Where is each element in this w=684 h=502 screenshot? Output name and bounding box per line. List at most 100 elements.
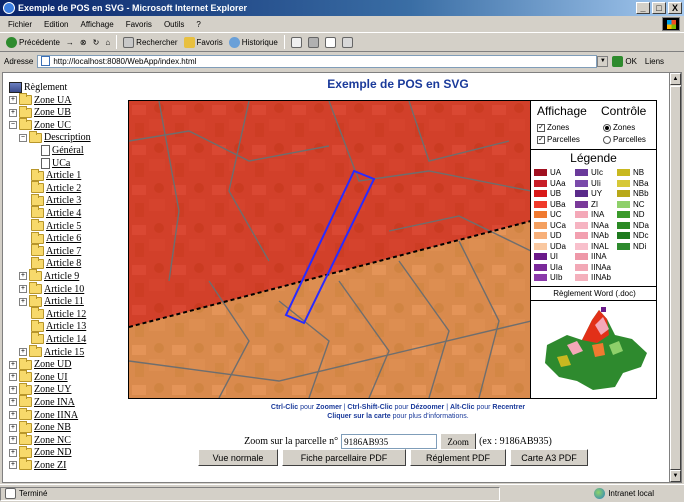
expand-icon[interactable]: + <box>19 297 27 306</box>
close-button[interactable]: X <box>668 2 682 14</box>
tree-item[interactable]: Article 6 <box>19 231 81 245</box>
expand-icon[interactable]: + <box>9 423 17 432</box>
reglement-pdf-button[interactable]: Réglement PDF <box>410 449 506 466</box>
controle-zones-radio[interactable]: Zones <box>603 123 635 132</box>
links-label[interactable]: Liens <box>645 57 664 66</box>
tree-item[interactable]: + Zone NC <box>9 433 71 446</box>
collapse-icon[interactable]: − <box>19 133 27 142</box>
tree-item-label[interactable]: Article 13 <box>46 321 86 332</box>
tree-item-label[interactable]: Zone UB <box>34 107 71 118</box>
vertical-scrollbar[interactable]: ▲ ▼ <box>669 72 682 483</box>
tree-item-label[interactable]: Zone NC <box>34 435 71 446</box>
zoom-button[interactable]: Zoom <box>440 433 477 450</box>
tree-item[interactable]: + Article 11 <box>19 294 84 308</box>
tree-item[interactable]: + Article 9 <box>19 269 79 282</box>
discuss-button[interactable] <box>341 36 353 48</box>
tree-item-label[interactable]: Zone UC <box>34 120 71 131</box>
tree-item-label[interactable]: Article 12 <box>46 309 86 320</box>
tree-item[interactable]: Article 2 <box>19 181 81 194</box>
tree-item-label[interactable]: Zone INA <box>34 397 75 408</box>
tree-item[interactable]: + Zone UY <box>9 382 72 396</box>
maximize-button[interactable]: □ <box>652 2 666 14</box>
tree-item[interactable]: + Zone INA <box>9 395 75 408</box>
expand-icon[interactable]: + <box>9 108 17 117</box>
tree-item-label[interactable]: Article 10 <box>44 284 84 295</box>
edit-button[interactable] <box>324 36 336 48</box>
tree-root-reglement[interactable]: Règlement <box>9 81 67 93</box>
tree-item[interactable]: Article 3 <box>19 193 81 207</box>
tree-item[interactable]: UCa <box>29 157 70 169</box>
tree-item-label[interactable]: Description <box>44 132 91 143</box>
menu-affichage[interactable]: Affichage <box>80 20 113 29</box>
tree-item-label[interactable]: Zone UD <box>34 359 72 370</box>
collapse-icon[interactable]: − <box>9 121 17 130</box>
expand-icon[interactable]: + <box>9 398 17 407</box>
expand-icon[interactable]: + <box>9 373 17 382</box>
tree-item-label[interactable]: Zone UI <box>34 372 68 383</box>
expand-icon[interactable]: + <box>9 461 17 470</box>
tree-item-label[interactable]: Zone UA <box>34 95 72 106</box>
menu-help[interactable]: ? <box>196 20 200 29</box>
tree-item-label[interactable]: Zone ZI <box>34 460 67 471</box>
tree-item-label[interactable]: Article 2 <box>46 183 81 194</box>
scroll-down-button[interactable]: ▼ <box>670 470 681 482</box>
reglement-word-title[interactable]: Règlement Word (.doc) <box>531 289 658 298</box>
mail-button[interactable] <box>290 36 302 48</box>
tree-item[interactable]: Article 7 <box>19 244 81 257</box>
expand-icon[interactable]: + <box>19 285 27 293</box>
tree-item-label[interactable]: Article 11 <box>44 296 84 307</box>
tree-item-label[interactable]: Article 15 <box>44 347 84 358</box>
tree-item-label[interactable]: UCa <box>52 158 70 169</box>
vue-normale-button[interactable]: Vue normale <box>198 449 278 466</box>
menu-fichier[interactable]: Fichier <box>8 20 32 29</box>
menu-outils[interactable]: Outils <box>164 20 184 29</box>
tree-item[interactable]: − Description <box>19 130 91 144</box>
tree-item-label[interactable]: Article 14 <box>46 334 86 345</box>
address-dropdown-button[interactable]: ▼ <box>597 55 609 67</box>
tree-item-label[interactable]: Zone NB <box>34 422 71 433</box>
tree-item[interactable]: + Article 10 <box>19 282 84 295</box>
tree-item-label[interactable]: Article 3 <box>46 195 81 206</box>
tree-item-label[interactable]: Zone UY <box>34 384 72 395</box>
go-button[interactable]: OK <box>612 55 637 67</box>
carte-a3-pdf-button[interactable]: Carte A3 PDF <box>510 449 588 466</box>
tree-item[interactable]: + Zone IINA <box>9 408 78 421</box>
tree-item[interactable]: + Zone UA <box>9 93 72 106</box>
expand-icon[interactable]: + <box>9 448 17 457</box>
tree-item-label[interactable]: Article 1 <box>46 170 81 181</box>
affichage-zones-checkbox[interactable]: ✓ Zones <box>537 123 569 132</box>
expand-icon[interactable]: + <box>9 96 17 104</box>
tree-item[interactable]: + Zone NB <box>9 420 71 434</box>
address-input[interactable]: http://localhost:8080/WebApp/index.html <box>37 54 598 68</box>
tree-item-label[interactable]: Article 4 <box>46 208 81 219</box>
tree-item[interactable]: Article 5 <box>19 219 81 232</box>
tree-item[interactable]: + Zone UB <box>9 105 71 119</box>
tree-item[interactable]: + Zone ZI <box>9 458 67 471</box>
tree-item[interactable]: − Zone UC <box>9 118 71 131</box>
home-button[interactable]: ⌂ <box>105 38 110 47</box>
commune-overview-map[interactable] <box>537 305 653 393</box>
tree-item-label[interactable]: Article 7 <box>46 246 81 257</box>
expand-icon[interactable]: + <box>19 348 27 356</box>
menu-edition[interactable]: Edition <box>44 20 68 29</box>
tree-item-label[interactable]: Article 6 <box>46 233 81 244</box>
expand-icon[interactable]: + <box>9 385 17 394</box>
print-button[interactable] <box>307 36 319 48</box>
map-canvas[interactable] <box>129 101 532 398</box>
tree-item-label[interactable]: Général <box>52 145 84 156</box>
search-button[interactable]: Rechercher <box>123 36 178 48</box>
menu-favoris[interactable]: Favoris <box>126 20 152 29</box>
back-button[interactable]: Précédente <box>6 36 60 48</box>
tree-item[interactable]: Article 13 <box>19 319 86 333</box>
tree-item-label[interactable]: Article 9 <box>44 271 79 282</box>
tree-item-label[interactable]: Zone IINA <box>34 410 78 421</box>
tree-item[interactable]: + Article 15 <box>19 345 84 358</box>
tree-item[interactable]: Article 8 <box>19 256 81 270</box>
expand-icon[interactable]: + <box>9 360 17 369</box>
scroll-up-button[interactable]: ▲ <box>670 73 681 85</box>
parcelle-input[interactable]: 9186AB935 <box>341 434 438 449</box>
scroll-thumb[interactable] <box>670 86 681 470</box>
tree-item[interactable]: Article 14 <box>19 332 86 345</box>
expand-icon[interactable]: + <box>9 411 17 419</box>
tree-item[interactable]: Article 12 <box>19 307 86 320</box>
